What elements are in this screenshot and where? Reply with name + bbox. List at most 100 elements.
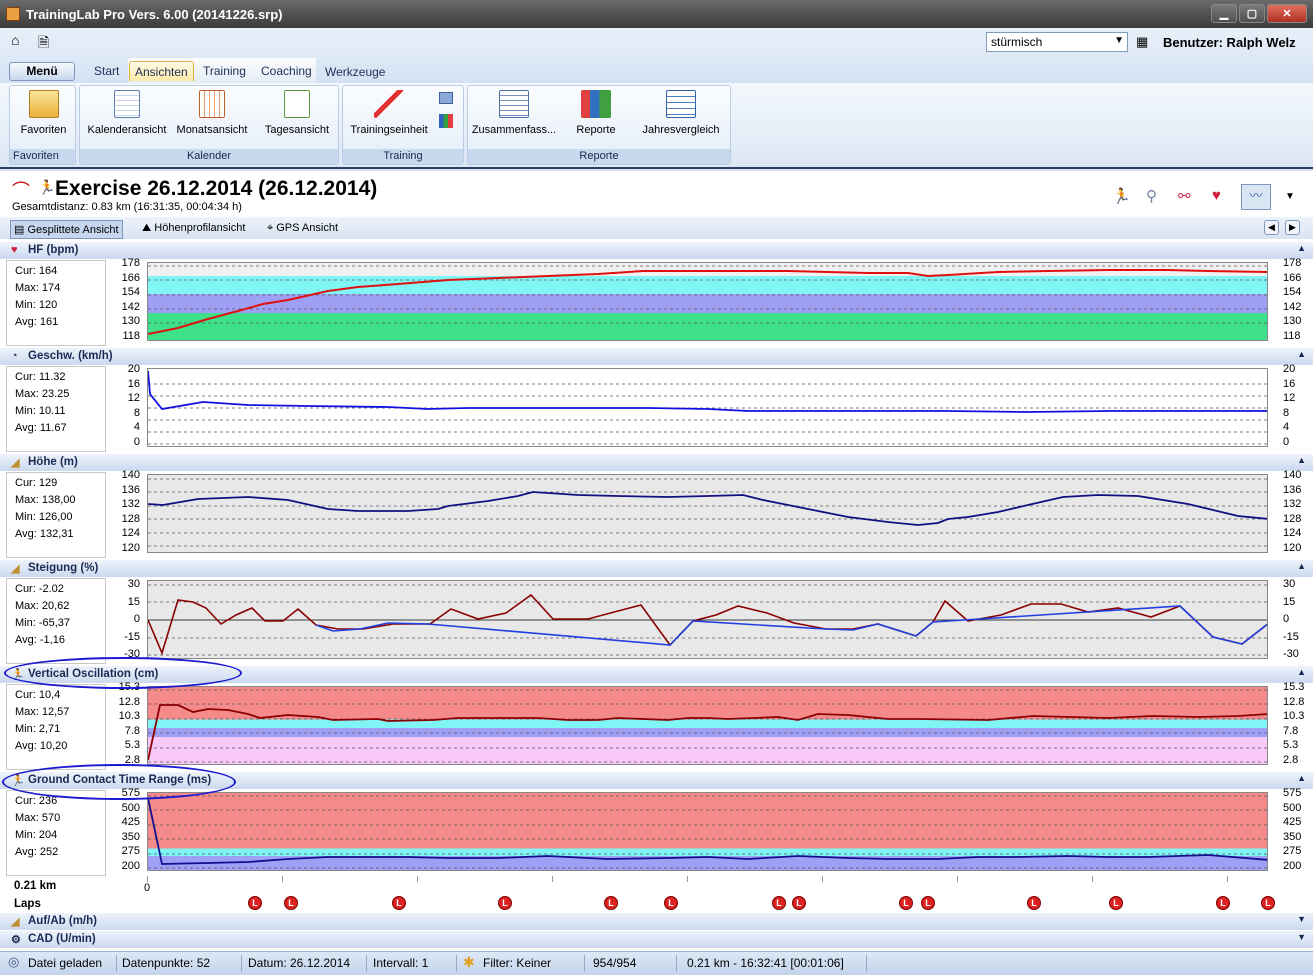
incline-plot[interactable] [147, 580, 1268, 659]
collapse-icon[interactable]: ▲ [1297, 773, 1306, 783]
panel-title: Höhe (m) [28, 456, 78, 468]
lap-marker[interactable]: L [248, 896, 262, 910]
monatsansicht-button[interactable]: Monatsansicht [172, 90, 252, 136]
panel-header-height[interactable]: ◢ Höhe (m) ▲ [0, 454, 1313, 471]
small-sort-icon[interactable] [439, 92, 453, 104]
maximize-button[interactable]: ▢ [1239, 4, 1265, 23]
search-doc-icon[interactable]: 🗎 [38, 32, 49, 56]
stat-min: Min: 10.11 [15, 405, 66, 417]
lap-marker[interactable]: L [921, 896, 935, 910]
tab-split-view[interactable]: ▤ Gesplittete Ansicht [10, 220, 123, 239]
jahresvergleich-button[interactable]: Jahresvergleich [636, 90, 726, 136]
axis-tick-label: 124 [1283, 527, 1302, 540]
lap-marker[interactable]: L [1216, 896, 1230, 910]
chevron-down-icon[interactable]: ▼ [1114, 35, 1124, 46]
split-view-label: Gesplittete Ansicht [27, 224, 119, 236]
zusammenfassung-button[interactable]: Zusammenfass... [470, 90, 558, 136]
group-label: Kalender [80, 149, 338, 164]
scroll-left-button[interactable]: ◀ [1264, 220, 1279, 235]
tab-height-profile[interactable]: ⛰ Höhenprofilansicht [142, 222, 245, 235]
tab-gps-view[interactable]: ⌖ GPS Ansicht [267, 222, 338, 235]
stat-max: Max: 12,57 [15, 706, 70, 718]
scroll-right-button[interactable]: ▶ [1285, 220, 1300, 235]
tab-start[interactable]: Start [94, 64, 119, 78]
collapse-icon[interactable]: ▲ [1297, 455, 1306, 465]
status-filter[interactable]: Filter: Keiner [483, 956, 551, 970]
lap-marker[interactable]: L [604, 896, 618, 910]
tagesansicht-button[interactable]: Tagesansicht [258, 90, 336, 136]
tab-training[interactable]: Training [203, 64, 246, 78]
lap-marker[interactable]: L [664, 896, 678, 910]
status-count: 954/954 [593, 956, 637, 970]
lap-marker[interactable]: L [1027, 896, 1041, 910]
ground-contact-plot[interactable] [147, 792, 1268, 871]
panel-header-speed[interactable]: ◔ Geschw. (km/h) ▲ [0, 348, 1313, 365]
axis-tick-label: 10.3 [1283, 710, 1305, 723]
lap-marker[interactable]: L [1261, 896, 1275, 910]
zusammenfassung-label: Zusammenfass... [471, 124, 557, 136]
panel-header-cadence[interactable]: ⚙ CAD (U/min) ▼ [0, 931, 1313, 948]
stat-cur: Cur: 11.32 [15, 371, 66, 383]
axis-tick-label: 154 [121, 286, 140, 299]
axis-tick-label: 8 [133, 406, 140, 419]
weather-combo[interactable]: stürmisch ▼ [986, 32, 1128, 52]
collapse-icon[interactable]: ▲ [1297, 667, 1306, 677]
stat-cur: Cur: 10,4 [15, 689, 61, 701]
favoriten-button[interactable]: Favoriten [16, 90, 71, 136]
lap-marker[interactable]: L [899, 896, 913, 910]
small-chart-icon[interactable] [439, 114, 453, 128]
lap-marker[interactable]: L [392, 896, 406, 910]
group-label: Favoriten [10, 149, 75, 164]
home-icon[interactable]: ⌂ [11, 32, 19, 48]
user-icon[interactable]: ▦ [1136, 34, 1148, 50]
lap-marker[interactable]: L [792, 896, 806, 910]
lap-marker[interactable]: L [284, 896, 298, 910]
close-button[interactable]: ✕ [1267, 4, 1307, 23]
runner-toolbar-icon[interactable]: 🏃 [1112, 187, 1131, 205]
axis-tick-label: 5.3 [1283, 739, 1299, 752]
stat-max: Max: 174 [15, 282, 61, 294]
trainingseinheit-button[interactable]: Trainingseinheit [345, 90, 433, 136]
kalenderansicht-button[interactable]: Kalenderansicht [83, 90, 171, 136]
reporte-button[interactable]: Reporte [568, 90, 624, 136]
collapse-icon[interactable]: ▲ [1297, 349, 1306, 359]
stats-ground-contact: Cur: 236 Max: 570 Min: 204 Avg: 252 [6, 790, 106, 876]
panel-title: Auf/Ab (m/h) [28, 915, 97, 927]
panel-title: Geschw. (km/h) [28, 350, 113, 362]
collapse-icon[interactable]: ▲ [1297, 243, 1306, 253]
axis-tick-label: 425 [121, 816, 140, 829]
lap-marker[interactable]: L [1109, 896, 1123, 910]
axis-tick-label: 118 [122, 330, 140, 342]
training-graph-icon [374, 90, 404, 118]
stat-avg: Avg: 10,20 [15, 740, 68, 752]
height-plot[interactable] [147, 474, 1268, 553]
collapse-icon[interactable]: ▲ [1297, 561, 1306, 571]
axis-tick-label: 500 [121, 801, 140, 814]
tab-ansichten[interactable]: Ansichten [129, 61, 194, 81]
heart-icon: ♥ [11, 244, 18, 256]
hf-plot[interactable] [147, 262, 1268, 341]
panel-header-incline[interactable]: ◢ Steigung (%) ▲ [0, 560, 1313, 577]
filter-icon[interactable]: ✱ [463, 954, 475, 971]
tab-werkzeuge[interactable]: Werkzeuge [325, 65, 385, 79]
heart-icon[interactable]: ♥ [1212, 187, 1221, 204]
axis-tick-label: 425 [1283, 816, 1302, 829]
minimize-button[interactable]: ▁ [1211, 4, 1237, 23]
chart-view-icon[interactable]: 〰 [1241, 184, 1271, 210]
speed-plot[interactable] [147, 368, 1268, 447]
panel-header-up-down[interactable]: ◢ Auf/Ab (m/h) ▼ [0, 913, 1313, 930]
bike-icon[interactable]: ⚯ [1178, 187, 1191, 205]
folder-icon [28, 90, 59, 118]
expand-icon[interactable]: ▼ [1297, 932, 1306, 942]
menu-button[interactable]: Menü [9, 62, 75, 81]
axis-tick-label: 132 [1283, 498, 1302, 511]
expand-icon[interactable]: ▼ [1297, 914, 1306, 924]
lap-marker[interactable]: L [772, 896, 786, 910]
day-calendar-icon [284, 90, 310, 118]
magnifier-icon[interactable]: ⚲ [1146, 187, 1157, 205]
vertical-oscillation-plot[interactable] [147, 686, 1268, 765]
tab-coaching[interactable]: Coaching [261, 64, 312, 78]
panel-header-hf[interactable]: ♥ HF (bpm) ▲ [0, 242, 1313, 259]
chevron-down-icon[interactable]: ▼ [1285, 191, 1295, 202]
lap-marker[interactable]: L [498, 896, 512, 910]
